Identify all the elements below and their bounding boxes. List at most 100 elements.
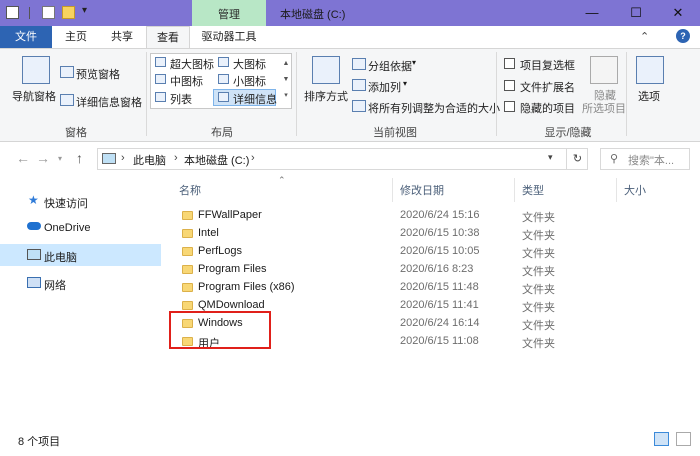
options-button[interactable]: 选项 — [638, 88, 660, 104]
file-date: 2020/6/15 11:48 — [400, 281, 479, 293]
properties-icon[interactable] — [42, 6, 55, 19]
details-view-button[interactable] — [654, 432, 669, 446]
status-bar — [0, 426, 700, 456]
tab-drive-tools[interactable]: 驱动器工具 — [192, 26, 266, 48]
column-divider[interactable] — [392, 178, 393, 202]
nav-item-onedrive[interactable]: OneDrive — [44, 222, 90, 234]
new-folder-icon[interactable] — [62, 6, 75, 19]
preview-pane-button[interactable]: 预览窗格 — [76, 66, 120, 82]
item-checkboxes-checkbox[interactable] — [504, 58, 515, 69]
file-name[interactable]: Program Files (x86) — [198, 281, 295, 293]
file-date: 2020/6/24 16:14 — [400, 317, 480, 329]
close-button[interactable]: ✕ — [656, 0, 700, 26]
layout-list[interactable]: 列表 — [170, 91, 192, 107]
back-arrow-icon[interactable]: ← — [16, 150, 30, 166]
address-history-chevron-icon[interactable]: ▾ — [548, 152, 553, 163]
folder-icon — [182, 265, 193, 274]
hidden-items-label[interactable]: 隐藏的项目 — [520, 100, 575, 116]
star-icon: ★ — [28, 193, 39, 207]
tab-share[interactable]: 共享 — [100, 26, 144, 48]
column-divider[interactable] — [616, 178, 617, 202]
help-icon[interactable]: ? — [676, 29, 690, 43]
extra-large-icons-icon — [155, 57, 166, 67]
hide-selected-label-2[interactable]: 所选项目 — [582, 100, 626, 116]
tab-view[interactable]: 查看 — [146, 26, 190, 49]
fit-columns-button[interactable]: 将所有列调整为合适的大小 — [368, 100, 500, 116]
group-divider — [496, 52, 497, 136]
file-extensions-label[interactable]: 文件扩展名 — [520, 79, 575, 95]
file-name[interactable]: QMDownload — [198, 299, 265, 311]
layout-details[interactable]: 详细信息 — [233, 91, 277, 107]
recent-locations-chevron-icon[interactable]: ▾ — [58, 154, 62, 163]
cloud-icon — [27, 222, 41, 230]
hide-selected-icon[interactable] — [590, 56, 618, 84]
navigation-pane-icon[interactable] — [22, 56, 50, 84]
collapse-ribbon-chevron-icon[interactable]: ⌃ — [640, 30, 649, 43]
options-icon[interactable] — [636, 56, 664, 84]
minimize-button[interactable]: — — [570, 0, 614, 26]
search-icon: ⚲ — [610, 153, 619, 165]
add-columns-icon — [352, 79, 366, 91]
layout-small-icons[interactable]: 小图标 — [233, 73, 266, 89]
file-name[interactable]: Intel — [198, 227, 219, 239]
file-name[interactable]: Program Files — [198, 263, 266, 275]
maximize-button[interactable]: ☐ — [614, 0, 658, 26]
window-title: 本地磁盘 (C:) — [280, 9, 346, 21]
up-arrow-icon[interactable]: ↑ — [76, 150, 83, 166]
tab-home[interactable]: 主页 — [56, 26, 96, 48]
file-name[interactable]: FFWallPaper — [198, 209, 262, 221]
group-by-button[interactable]: 分组依据 — [368, 58, 412, 74]
sort-by-button[interactable]: 排序方式 — [304, 88, 348, 104]
breadcrumb-local-disk[interactable]: 本地磁盘 (C:) — [184, 152, 249, 168]
hidden-items-checkbox[interactable] — [504, 101, 515, 112]
tab-file[interactable]: 文件 — [0, 26, 52, 48]
file-name[interactable]: PerfLogs — [198, 245, 242, 257]
file-type: 文件夹 — [522, 248, 555, 260]
item-count: 8 个项目 — [18, 436, 61, 448]
column-header-type[interactable]: 类型 — [522, 182, 544, 198]
group-by-chevron-icon[interactable]: ▾ — [412, 58, 416, 67]
network-icon — [27, 277, 41, 288]
group-label-layout: 布局 — [211, 127, 233, 139]
file-extensions-checkbox[interactable] — [504, 80, 515, 91]
gallery-scroll-arrows-icon[interactable]: ▲ ▼ ▾ — [281, 56, 291, 104]
column-header-name[interactable]: 名称 — [179, 182, 201, 198]
nav-item-quick-access[interactable]: 快速访问 — [44, 195, 88, 211]
address-bar[interactable] — [97, 148, 588, 170]
details-pane-icon — [60, 94, 74, 106]
item-checkboxes-label[interactable]: 项目复选框 — [520, 57, 575, 73]
forward-arrow-icon[interactable]: → — [36, 150, 50, 166]
nav-item-network[interactable]: 网络 — [44, 277, 66, 293]
file-date: 2020/6/24 15:16 — [400, 209, 480, 221]
list-icon — [155, 92, 166, 102]
layout-extra-large-icons[interactable]: 超大图标 — [170, 56, 214, 72]
refresh-icon[interactable]: ↻ — [566, 148, 588, 170]
breadcrumb-separator-icon[interactable]: › — [174, 152, 178, 164]
column-header-size[interactable]: 大小 — [624, 182, 646, 198]
add-columns-button[interactable]: 添加列 — [368, 79, 401, 95]
file-date: 2020/6/15 10:05 — [400, 245, 480, 257]
group-divider — [146, 52, 147, 136]
layout-medium-icons[interactable]: 中图标 — [170, 73, 203, 89]
column-divider[interactable] — [514, 178, 515, 202]
folder-icon — [182, 247, 193, 256]
large-icons-view-button[interactable] — [676, 432, 691, 446]
nav-item-this-pc[interactable]: 此电脑 — [44, 249, 77, 265]
customize-toolbar-chevron-icon[interactable]: ▾ — [82, 5, 87, 16]
breadcrumb-separator-icon[interactable]: › — [251, 152, 255, 164]
details-pane-button[interactable]: 详细信息窗格 — [76, 94, 142, 110]
add-columns-chevron-icon[interactable]: ▾ — [403, 79, 407, 88]
column-header-date[interactable]: 修改日期 — [400, 182, 444, 198]
folder-icon — [182, 229, 193, 238]
drive-icon — [6, 6, 19, 19]
file-type: 文件夹 — [522, 266, 555, 278]
sort-by-icon[interactable] — [312, 56, 340, 84]
medium-icons-icon — [155, 74, 166, 84]
breadcrumb-this-pc[interactable]: 此电脑 — [133, 152, 166, 168]
navigation-pane-button[interactable]: 导航窗格 — [12, 88, 56, 104]
fit-columns-icon — [352, 100, 366, 112]
breadcrumb-separator-icon[interactable]: › — [121, 152, 125, 164]
layout-large-icons[interactable]: 大图标 — [233, 56, 266, 72]
context-tab-manage[interactable]: 管理 — [192, 6, 266, 22]
computer-icon — [102, 153, 116, 164]
